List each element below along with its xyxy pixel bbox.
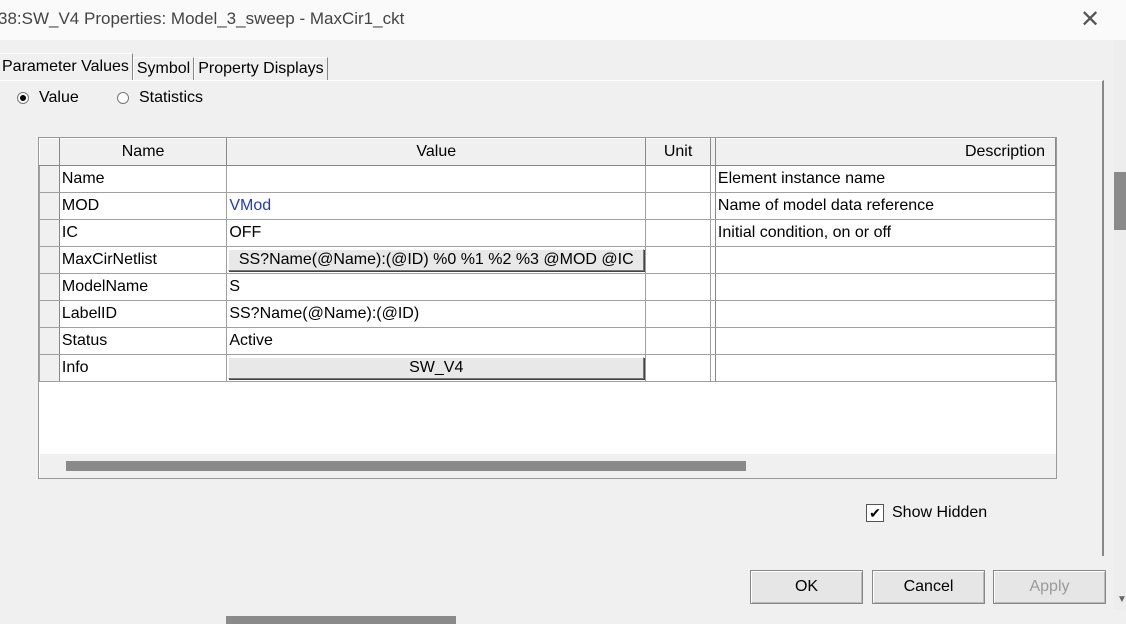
parameter-description bbox=[714, 354, 1056, 382]
column-header-value[interactable]: Value bbox=[226, 138, 647, 166]
row-selector[interactable] bbox=[39, 219, 60, 247]
parameter-value-cell[interactable]: S bbox=[226, 273, 647, 301]
window-title: 38:SW_V4 Properties: Model_3_sweep - Max… bbox=[0, 9, 405, 28]
parameter-unit-cell[interactable] bbox=[645, 273, 711, 301]
parameter-name: ModelName bbox=[58, 273, 228, 301]
parameter-description: Name of model data reference bbox=[714, 192, 1056, 220]
outer-scroll-thumb[interactable] bbox=[1114, 172, 1126, 230]
parameter-unit-cell[interactable] bbox=[645, 192, 711, 220]
table-row[interactable]: Status Active bbox=[39, 327, 1056, 355]
parameter-unit-cell[interactable] bbox=[645, 219, 711, 247]
parameter-unit-cell[interactable] bbox=[645, 246, 711, 274]
ok-button[interactable]: OK bbox=[750, 570, 863, 604]
row-selector[interactable] bbox=[39, 192, 60, 220]
parameter-name: LabelID bbox=[58, 300, 228, 328]
row-selector[interactable] bbox=[39, 273, 60, 301]
statistics-radio-icon[interactable] bbox=[117, 92, 129, 104]
tab-property-displays[interactable]: Property Displays bbox=[194, 57, 328, 80]
grid-horizontal-scrollbar[interactable] bbox=[40, 454, 1056, 478]
table-row[interactable]: ModelName S bbox=[39, 273, 1056, 301]
table-row[interactable]: MaxCirNetlist SS?Name(@Name):(@ID) %0 %1 … bbox=[39, 246, 1056, 274]
column-header-name[interactable]: Name bbox=[58, 138, 228, 166]
netlist-value-button[interactable]: SS?Name(@Name):(@ID) %0 %1 %2 %3 @MOD @I… bbox=[228, 249, 645, 271]
parameter-value-cell[interactable]: VMod bbox=[226, 192, 647, 220]
table-row[interactable]: Info SW_V4 bbox=[39, 354, 1056, 382]
outer-vertical-scrollbar[interactable] bbox=[1114, 40, 1126, 610]
grid-scroll-thumb[interactable] bbox=[66, 461, 746, 471]
bottom-scroll-thumb[interactable] bbox=[226, 616, 456, 624]
parameter-name: Info bbox=[58, 354, 228, 382]
parameter-description bbox=[714, 327, 1056, 355]
row-selector[interactable] bbox=[39, 165, 60, 193]
parameter-name: Status bbox=[58, 327, 228, 355]
scroll-down-icon[interactable]: ▼ bbox=[1117, 594, 1126, 605]
table-row[interactable]: IC OFF Initial condition, on or off bbox=[39, 219, 1056, 247]
parameter-value-cell[interactable]: OFF bbox=[226, 219, 647, 247]
cancel-button[interactable]: Cancel bbox=[872, 570, 985, 604]
statistics-radio-label[interactable]: Statistics bbox=[139, 89, 203, 107]
table-row[interactable]: MOD VMod Name of model data reference bbox=[39, 192, 1056, 220]
parameter-name: Name bbox=[58, 165, 228, 193]
header-corner bbox=[39, 138, 60, 166]
parameter-grid[interactable]: Name Value Unit Description Name Element … bbox=[38, 137, 1057, 479]
row-selector[interactable] bbox=[39, 354, 60, 382]
parameter-value-cell[interactable]: Active bbox=[226, 327, 647, 355]
parameter-description bbox=[714, 246, 1056, 274]
statistics-radio-option[interactable]: Statistics bbox=[117, 88, 203, 108]
parameter-value-cell[interactable]: SW_V4 bbox=[226, 354, 647, 382]
tab-strip: Parameter Values Symbol Property Display… bbox=[0, 53, 328, 80]
info-value-button[interactable]: SW_V4 bbox=[228, 357, 645, 379]
parameter-description: Element instance name bbox=[714, 165, 1056, 193]
parameter-description bbox=[714, 300, 1056, 328]
table-row[interactable]: LabelID SS?Name(@Name):(@ID) bbox=[39, 300, 1056, 328]
parameter-value-cell[interactable]: SS?Name(@Name):(@ID) bbox=[226, 300, 647, 328]
grid-header-row: Name Value Unit Description bbox=[39, 138, 1056, 166]
column-header-description[interactable]: Description bbox=[714, 138, 1056, 166]
parameter-value-cell[interactable] bbox=[226, 165, 647, 193]
parameter-unit-cell[interactable] bbox=[645, 354, 711, 382]
tab-symbol[interactable]: Symbol bbox=[132, 57, 195, 80]
row-selector[interactable] bbox=[39, 327, 60, 355]
tab-parameter-values[interactable]: Parameter Values bbox=[0, 53, 133, 80]
parameter-unit-cell[interactable] bbox=[645, 165, 711, 193]
row-selector[interactable] bbox=[39, 246, 60, 274]
close-icon[interactable]: ✕ bbox=[1078, 6, 1102, 34]
parameter-name: MaxCirNetlist bbox=[58, 246, 228, 274]
parameter-name: MOD bbox=[58, 192, 228, 220]
table-row[interactable]: Name Element instance name bbox=[39, 165, 1056, 193]
title-bar: 38:SW_V4 Properties: Model_3_sweep - Max… bbox=[0, 0, 1126, 40]
value-radio-icon[interactable] bbox=[17, 92, 29, 104]
parameter-name: IC bbox=[58, 219, 228, 247]
row-selector[interactable] bbox=[39, 300, 60, 328]
parameter-description: Initial condition, on or off bbox=[714, 219, 1056, 247]
value-radio-option[interactable]: Value bbox=[17, 88, 79, 108]
value-radio-label[interactable]: Value bbox=[39, 89, 79, 107]
show-hidden-checkbox[interactable]: ✔ bbox=[866, 504, 884, 522]
show-hidden-label[interactable]: Show Hidden bbox=[892, 504, 987, 522]
parameter-description bbox=[714, 273, 1056, 301]
apply-button[interactable]: Apply bbox=[993, 570, 1106, 604]
column-header-unit[interactable]: Unit bbox=[645, 138, 711, 166]
parameter-unit-cell[interactable] bbox=[645, 327, 711, 355]
parameter-unit-cell[interactable] bbox=[645, 300, 711, 328]
parameter-value-cell[interactable]: SS?Name(@Name):(@ID) %0 %1 %2 %3 @MOD @I… bbox=[226, 246, 647, 274]
